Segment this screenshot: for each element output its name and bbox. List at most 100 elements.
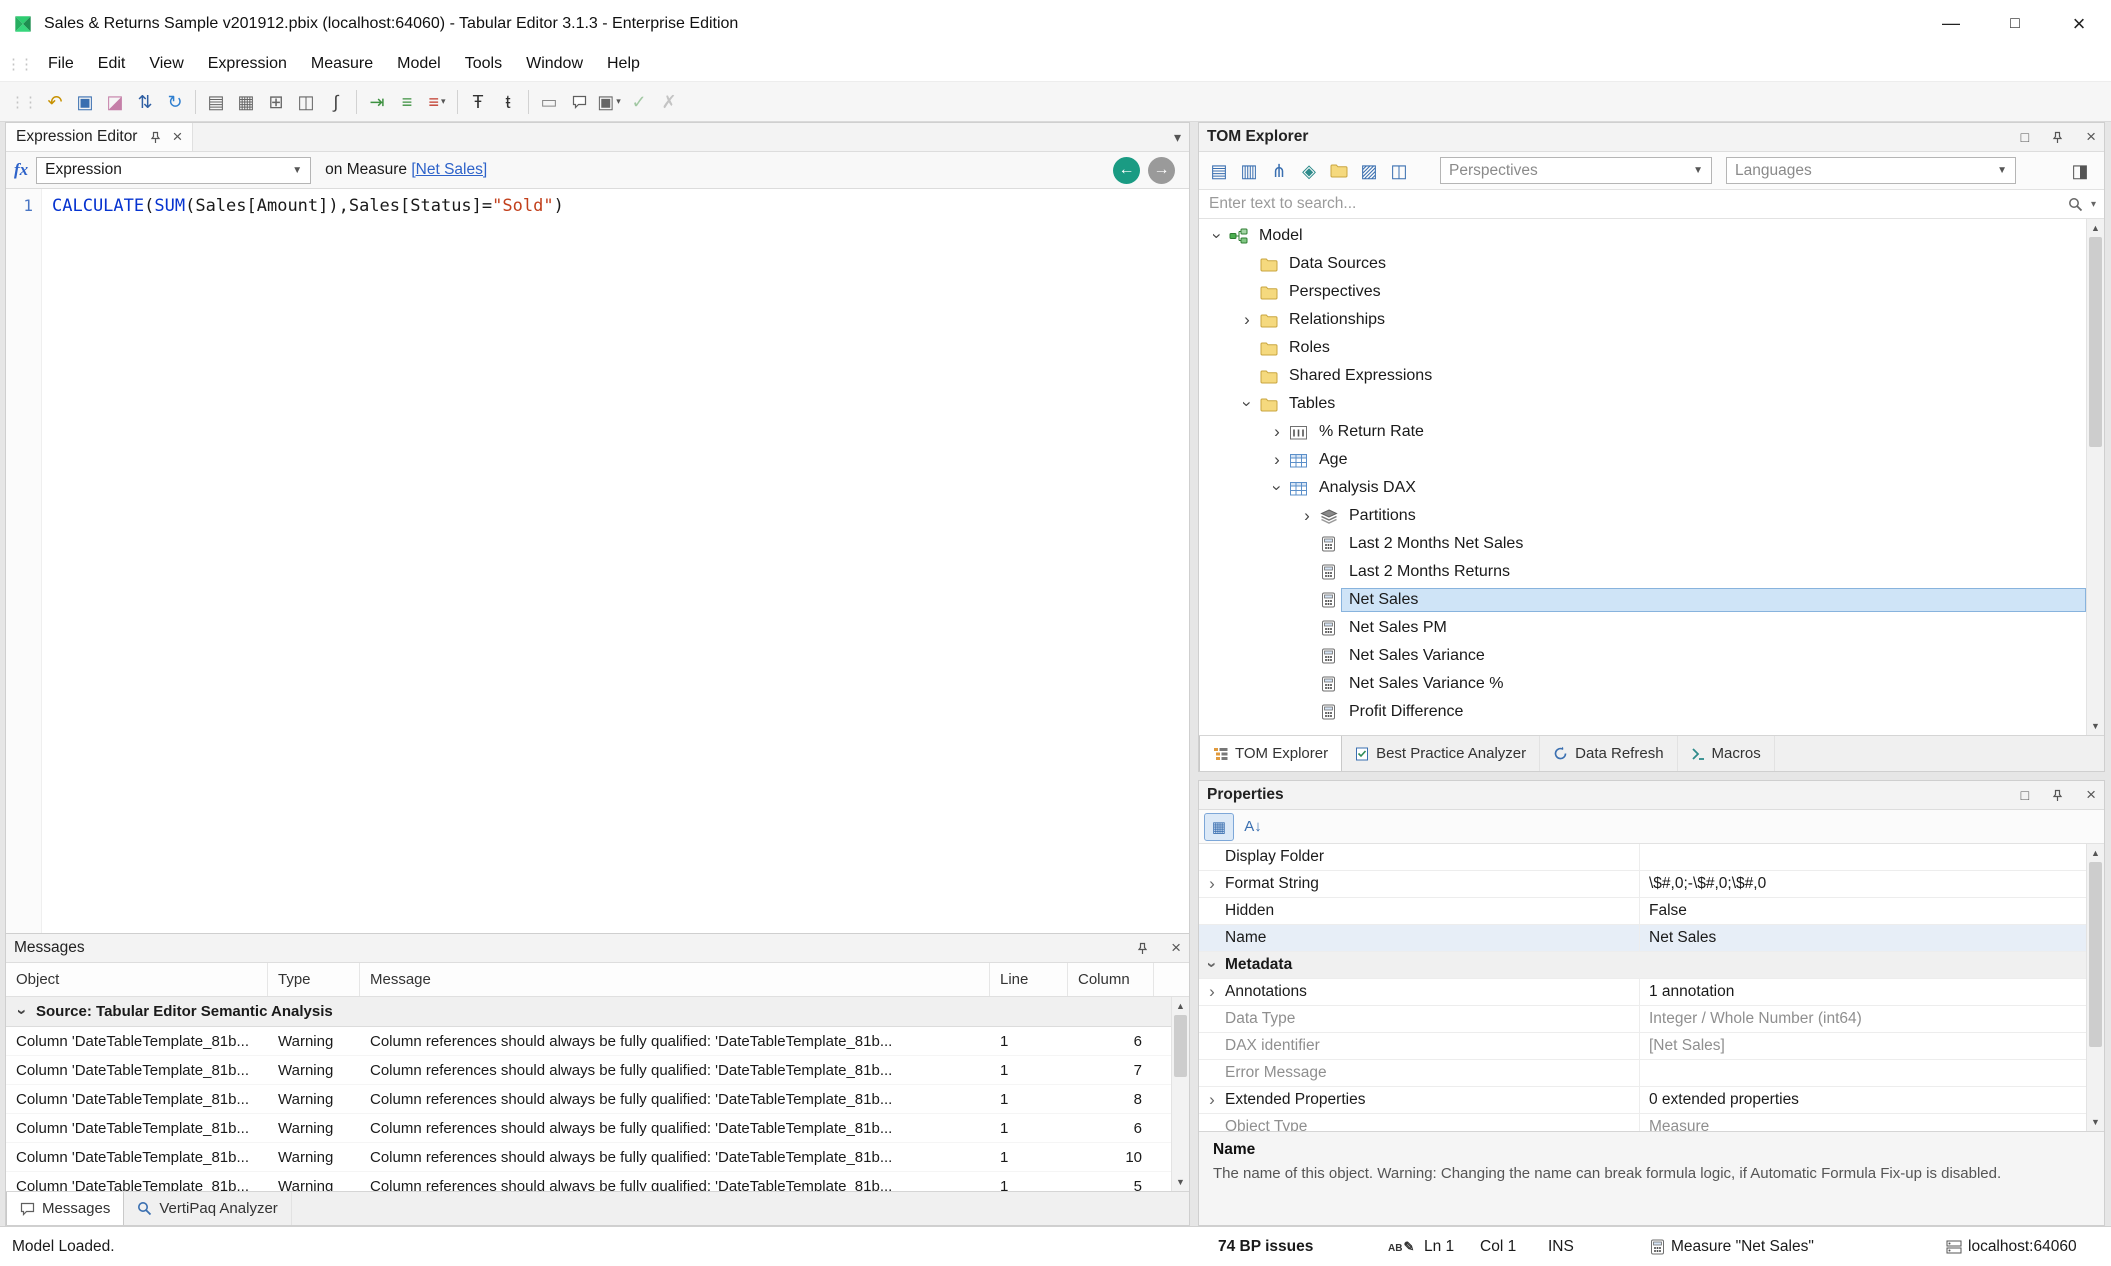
scrollbar-thumb[interactable] bbox=[2089, 237, 2102, 447]
search-options-icon[interactable]: ▾ bbox=[2091, 199, 2096, 210]
tab-vertipaq-analyzer[interactable]: VertiPaq Analyzer bbox=[124, 1192, 291, 1225]
property-value[interactable]: False bbox=[1639, 898, 2086, 924]
expression-mode-dropdown[interactable]: Expression ▼ bbox=[36, 157, 311, 184]
alphabetical-sort-icon[interactable]: A↓ bbox=[1239, 814, 1267, 840]
chevron-icon[interactable]: › bbox=[1199, 1090, 1225, 1110]
refresh-icon[interactable]: ↻ bbox=[160, 87, 190, 117]
expand-panel-icon[interactable]: ◨ bbox=[2065, 156, 2095, 186]
properties-scrollbar[interactable]: ▲ ▼ bbox=[2086, 844, 2104, 1131]
property-row-hidden[interactable]: HiddenFalse bbox=[1199, 898, 2104, 925]
close-panel-icon[interactable]: × bbox=[1171, 938, 1181, 958]
chevron-icon[interactable]: › bbox=[1199, 982, 1225, 1002]
float-panel-icon[interactable]: □ bbox=[2021, 129, 2029, 145]
tab-messages[interactable]: Messages bbox=[6, 1192, 124, 1225]
message-row[interactable]: Column 'DateTableTemplate_81b...WarningC… bbox=[6, 1056, 1189, 1085]
search-input[interactable] bbox=[1207, 194, 2068, 214]
scroll-up-icon[interactable]: ▲ bbox=[1172, 1001, 1189, 1011]
save-icon[interactable]: ⇅ bbox=[130, 87, 160, 117]
image-icon[interactable]: ▣▾ bbox=[594, 87, 624, 117]
tree-item-last-2-months-net-sales[interactable]: Last 2 Months Net Sales bbox=[1199, 530, 2104, 558]
tab-tom-explorer[interactable]: TOM Explorer bbox=[1199, 736, 1342, 771]
display-folders-icon[interactable] bbox=[1324, 156, 1354, 186]
scroll-down-icon[interactable]: ▼ bbox=[2087, 721, 2104, 731]
property-value[interactable]: Measure bbox=[1639, 1114, 2086, 1131]
navigate-forward-button[interactable]: → bbox=[1148, 157, 1175, 184]
menu-measure[interactable]: Measure bbox=[299, 51, 385, 77]
pin-icon[interactable] bbox=[149, 131, 162, 144]
selection-icon[interactable]: ▭ bbox=[534, 87, 564, 117]
message-row[interactable]: Column 'DateTableTemplate_81b...WarningC… bbox=[6, 1143, 1189, 1172]
scroll-down-icon[interactable]: ▼ bbox=[1172, 1177, 1189, 1187]
property-value[interactable]: \$#,0;-\$#,0;\$#,0 bbox=[1639, 871, 2086, 897]
tree-item-last-2-months-returns[interactable]: Last 2 Months Returns bbox=[1199, 558, 2104, 586]
dax-code-editor[interactable]: 1 CALCULATE(SUM(Sales[Amount]),Sales[Sta… bbox=[6, 189, 1189, 933]
pin-icon[interactable] bbox=[2051, 789, 2064, 802]
tree-item-data-sources[interactable]: Data Sources bbox=[1199, 250, 2104, 278]
vertical-splitter[interactable] bbox=[1190, 122, 1198, 1226]
filter-objects-icon[interactable]: ▨ bbox=[1354, 156, 1384, 186]
property-row-format-string[interactable]: ›Format String\$#,0;-\$#,0;\$#,0 bbox=[1199, 871, 2104, 898]
tree-item-net-sales-variance[interactable]: Net Sales Variance bbox=[1199, 642, 2104, 670]
languages-dropdown[interactable]: Languages ▼ bbox=[1726, 157, 2016, 184]
messages-column-line[interactable]: Line bbox=[990, 963, 1068, 996]
chevron-icon[interactable]: › bbox=[1202, 952, 1222, 978]
property-value[interactable]: Integer / Whole Number (int64) bbox=[1639, 1006, 2086, 1032]
float-panel-icon[interactable]: □ bbox=[2021, 787, 2029, 803]
message-row[interactable]: Column 'DateTableTemplate_81b...WarningC… bbox=[6, 1172, 1189, 1191]
tab-macros[interactable]: Macros bbox=[1678, 736, 1775, 771]
tree-item-relationships[interactable]: ›Relationships bbox=[1199, 306, 2104, 334]
menu-expression[interactable]: Expression bbox=[196, 51, 299, 77]
property-row-dax-identifier[interactable]: DAX identifier[Net Sales] bbox=[1199, 1033, 2104, 1060]
tree-item-tables[interactable]: ›Tables bbox=[1199, 390, 2104, 418]
tree-item-partitions[interactable]: ›Partitions bbox=[1199, 502, 2104, 530]
eraser-icon[interactable]: ◪ bbox=[100, 87, 130, 117]
scrollbar-thumb[interactable] bbox=[1174, 1015, 1187, 1077]
property-row-error-message[interactable]: Error Message bbox=[1199, 1060, 2104, 1087]
menu-edit[interactable]: Edit bbox=[86, 51, 138, 77]
property-row-data-type[interactable]: Data TypeInteger / Whole Number (int64) bbox=[1199, 1006, 2104, 1033]
expression-editor-tab[interactable]: Expression Editor × bbox=[6, 123, 193, 151]
chevron-collapsed-icon[interactable]: › bbox=[1267, 422, 1287, 442]
menu-file[interactable]: File bbox=[36, 51, 86, 77]
property-value[interactable]: 0 extended properties bbox=[1639, 1087, 2086, 1113]
tree-item-net-sales-variance[interactable]: Net Sales Variance % bbox=[1199, 670, 2104, 698]
menu-tools[interactable]: Tools bbox=[453, 51, 514, 77]
panel-menu-icon[interactable]: ▾ bbox=[1174, 129, 1181, 146]
format-dax-icon[interactable]: ≡▾ bbox=[422, 87, 452, 117]
tree-item-net-sales-pm[interactable]: Net Sales PM bbox=[1199, 614, 2104, 642]
scrollbar-thumb[interactable] bbox=[2089, 862, 2102, 1047]
chevron-expanded-icon[interactable]: › bbox=[1267, 478, 1287, 498]
search-icon[interactable] bbox=[2068, 197, 2083, 212]
chevron-icon[interactable]: › bbox=[1199, 874, 1225, 894]
tree-scrollbar[interactable]: ▲ ▼ bbox=[2086, 219, 2104, 735]
accept-icon[interactable]: ✓ bbox=[624, 87, 654, 117]
measures-view-icon[interactable]: ▤ bbox=[1204, 156, 1234, 186]
menu-model[interactable]: Model bbox=[385, 51, 453, 77]
maximize-button[interactable]: □ bbox=[1983, 0, 2047, 47]
property-value[interactable] bbox=[1639, 1060, 2086, 1086]
format-lines-icon[interactable]: ≡ bbox=[392, 87, 422, 117]
close-tab-icon[interactable]: × bbox=[172, 127, 182, 147]
message-row[interactable]: Column 'DateTableTemplate_81b...WarningC… bbox=[6, 1027, 1189, 1056]
menu-window[interactable]: Window bbox=[514, 51, 595, 77]
column-chooser-icon[interactable]: ◫ bbox=[1384, 156, 1414, 186]
navigate-back-button[interactable]: ← bbox=[1113, 157, 1140, 184]
message-row[interactable]: Column 'DateTableTemplate_81b...WarningC… bbox=[6, 1085, 1189, 1114]
chevron-collapsed-icon[interactable]: › bbox=[1297, 506, 1317, 526]
chevron-expanded-icon[interactable]: › bbox=[1237, 394, 1257, 414]
tree-item-model[interactable]: ›Model bbox=[1199, 222, 2104, 250]
property-row-extended-properties[interactable]: ›Extended Properties0 extended propertie… bbox=[1199, 1087, 2104, 1114]
tables-view-icon[interactable]: ▥ bbox=[1234, 156, 1264, 186]
property-row-display-folder[interactable]: Display Folder bbox=[1199, 844, 2104, 871]
tab-best-practice-analyzer[interactable]: Best Practice Analyzer bbox=[1342, 736, 1540, 771]
property-value[interactable]: 1 annotation bbox=[1639, 979, 2086, 1005]
property-row-object-type[interactable]: Object TypeMeasure bbox=[1199, 1114, 2104, 1131]
messages-column-column[interactable]: Column bbox=[1068, 963, 1154, 996]
minimize-button[interactable]: — bbox=[1919, 0, 1983, 47]
document-icon[interactable]: ▤ bbox=[201, 87, 231, 117]
perspectives-dropdown[interactable]: Perspectives ▼ bbox=[1440, 157, 1712, 184]
property-row-name[interactable]: NameNet Sales bbox=[1199, 925, 2104, 952]
tree-item-profit-difference[interactable]: Profit Difference bbox=[1199, 698, 2104, 726]
close-button[interactable]: × bbox=[2047, 0, 2111, 47]
chevron-collapsed-icon[interactable]: › bbox=[1237, 310, 1257, 330]
